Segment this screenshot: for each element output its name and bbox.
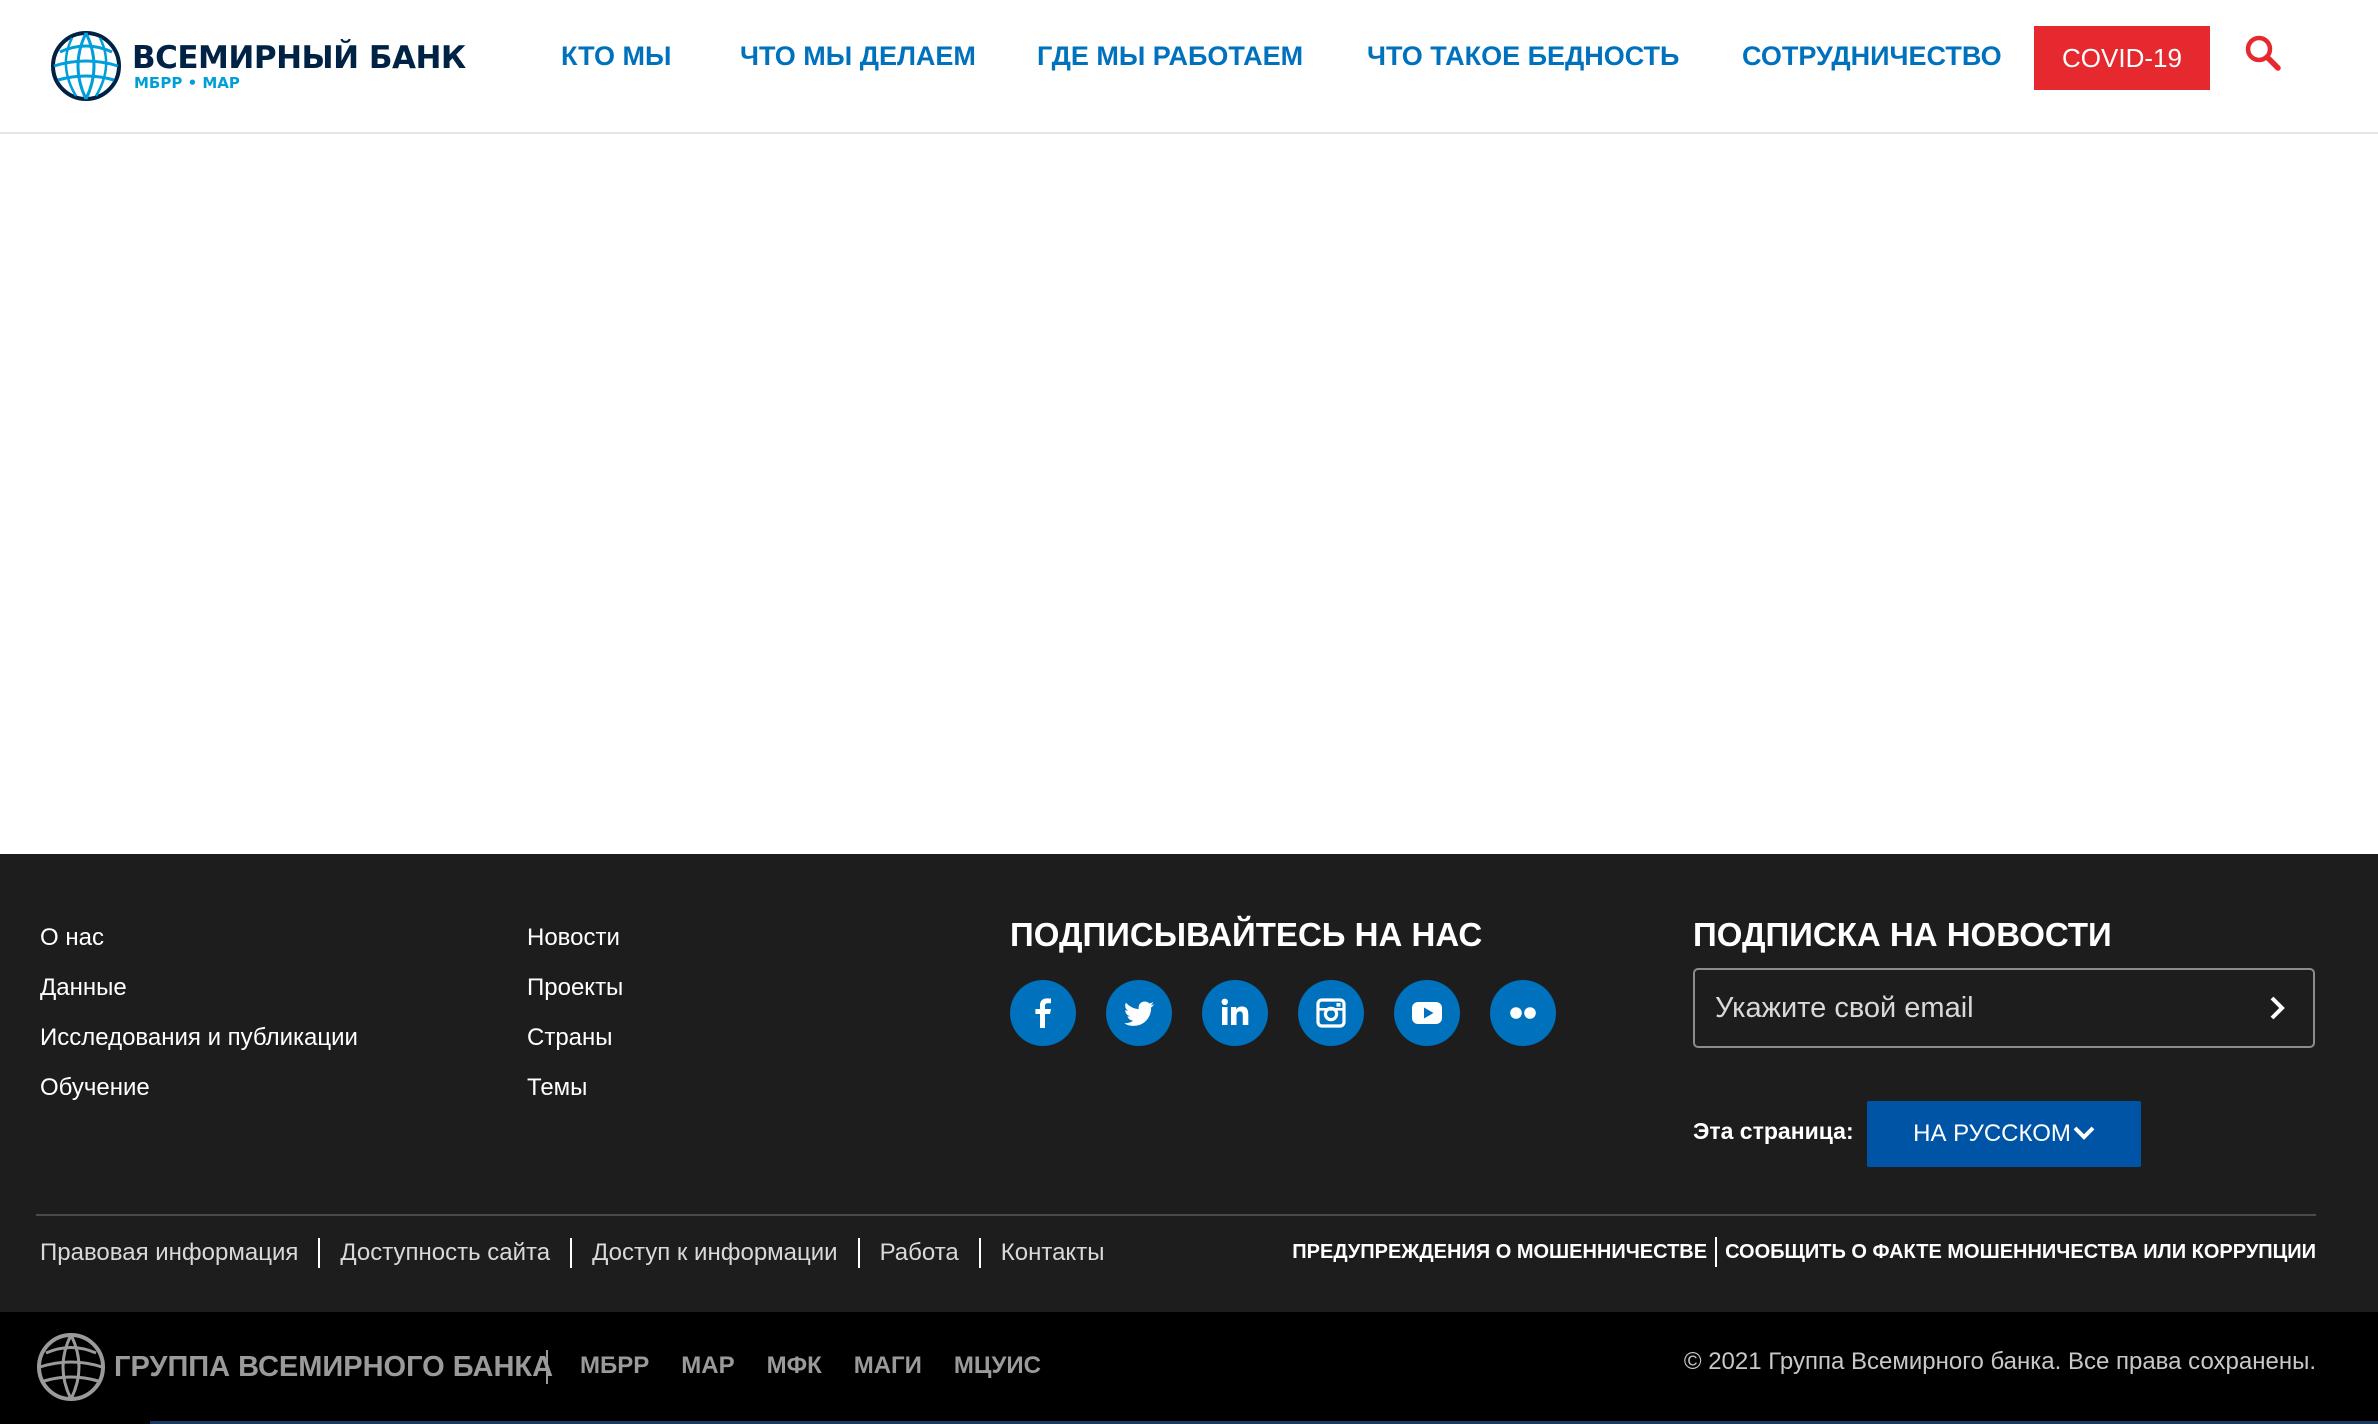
main-content <box>0 136 2378 854</box>
facebook-icon <box>1035 998 1051 1028</box>
fraud-links: ПРЕДУПРЕЖДЕНИЯ О МОШЕННИЧЕСТВЕ СООБЩИТЬ … <box>1292 1230 2316 1274</box>
nav-work-with-us[interactable]: СОТРУДНИЧЕСТВО <box>1742 34 2002 78</box>
language-label: Эта страница: <box>1693 1118 1854 1144</box>
world-bank-group-logo[interactable]: ГРУППА ВСЕМИРНОГО БАНКА <box>36 1332 553 1402</box>
search-icon[interactable] <box>2244 34 2282 72</box>
member-link-icsid[interactable]: МЦУИС <box>954 1352 1041 1380</box>
flickr-icon <box>1510 1007 1536 1019</box>
footer-links-col-2: Новости Проекты Страны Темы <box>527 916 623 1116</box>
flickr-link[interactable] <box>1490 980 1556 1046</box>
nav-where-we-work[interactable]: ГДЕ МЫ РАБОТАЕМ <box>1037 34 1303 78</box>
covid-button[interactable]: COVID-19 <box>2034 26 2210 90</box>
chevron-down-icon <box>2073 1126 2095 1140</box>
globe-icon <box>51 31 121 101</box>
legal-link-contacts[interactable]: Контакты <box>978 1238 1125 1268</box>
legal-link-legal[interactable]: Правовая информация <box>40 1238 318 1268</box>
logo-text: ВСЕМИРНЫЙ БАНК МБРР • МАР <box>132 41 466 91</box>
footer-link-news[interactable]: Новости <box>527 916 623 966</box>
logo-subtitle: МБРР • МАР <box>134 74 240 92</box>
bottom-bar: ГРУППА ВСЕМИРНОГО БАНКА МБРР МАР МФК МАГ… <box>0 1312 2378 1424</box>
footer-link-projects[interactable]: Проекты <box>527 966 623 1016</box>
footer-link-countries[interactable]: Страны <box>527 1016 623 1066</box>
member-institutions: МБРР МАР МФК МАГИ МЦУИС <box>580 1352 1073 1380</box>
instagram-link[interactable] <box>1298 980 1364 1046</box>
language-selector[interactable]: НА РУССКОМ <box>1867 1101 2141 1167</box>
nav-understanding-poverty[interactable]: ЧТО ТАКОЕ БЕДНОСТЬ <box>1367 34 1679 78</box>
instagram-icon <box>1316 998 1346 1028</box>
facebook-link[interactable] <box>1010 980 1076 1046</box>
follow-us-heading: ПОДПИСЫВАЙТЕСЬ НА НАС <box>1010 916 1483 953</box>
footer-link-about[interactable]: О нас <box>40 916 358 966</box>
logo-name: ВСЕМИРНЫЙ БАНК <box>132 40 466 76</box>
twitter-link[interactable] <box>1106 980 1172 1046</box>
email-subscribe-form <box>1693 968 2315 1048</box>
legal-links: Правовая информация Доступность сайта До… <box>40 1228 1124 1278</box>
legal-link-accessibility[interactable]: Доступность сайта <box>318 1238 570 1268</box>
member-link-ifc[interactable]: МФК <box>767 1352 822 1380</box>
site-header: ВСЕМИРНЫЙ БАНК МБРР • МАР КТО МЫ ЧТО МЫ … <box>0 0 2378 134</box>
footer-divider <box>36 1214 2316 1216</box>
email-input[interactable] <box>1715 970 2235 1046</box>
newsletter-heading: ПОДПИСКА НА НОВОСТИ <box>1693 916 2112 953</box>
youtube-icon <box>1412 1002 1442 1024</box>
footer-links-col-1: О нас Данные Исследования и публикации О… <box>40 916 358 1116</box>
footer-link-research[interactable]: Исследования и публикации <box>40 1016 358 1066</box>
copyright-text: © 2021 Группа Всемирного банка. Все прав… <box>1683 1348 2316 1375</box>
report-fraud-link[interactable]: СООБЩИТЬ О ФАКТЕ МОШЕННИЧЕСТВА ИЛИ КОРРУ… <box>1717 1237 2316 1267</box>
fraud-alerts-link[interactable]: ПРЕДУПРЕЖДЕНИЯ О МОШЕННИЧЕСТВЕ <box>1292 1237 1718 1267</box>
footer-link-data[interactable]: Данные <box>40 966 358 1016</box>
social-links <box>1010 980 1586 1046</box>
footer-link-learning[interactable]: Обучение <box>40 1066 358 1116</box>
globe-icon <box>37 1333 105 1401</box>
twitter-icon <box>1124 1001 1155 1026</box>
youtube-link[interactable] <box>1394 980 1460 1046</box>
linkedin-link[interactable] <box>1202 980 1268 1046</box>
member-link-ida[interactable]: МАР <box>681 1352 734 1380</box>
site-footer: О нас Данные Исследования и публикации О… <box>0 854 2378 1312</box>
bottom-bar-divider <box>546 1350 548 1384</box>
world-bank-group-name: ГРУППА ВСЕМИРНОГО БАНКА <box>114 1350 554 1383</box>
world-bank-logo[interactable]: ВСЕМИРНЫЙ БАНК МБРР • МАР <box>50 28 466 104</box>
language-selector-label: НА РУССКОМ <box>1913 1120 2071 1147</box>
footer-link-topics[interactable]: Темы <box>527 1066 623 1116</box>
linkedin-icon <box>1221 998 1249 1025</box>
legal-link-jobs[interactable]: Работа <box>857 1238 979 1268</box>
nav-who-we-are[interactable]: КТО МЫ <box>561 34 671 78</box>
legal-link-access-to-information[interactable]: Доступ к информации <box>570 1238 857 1268</box>
chevron-right-icon[interactable] <box>2257 988 2297 1028</box>
member-link-ibrd[interactable]: МБРР <box>580 1352 649 1380</box>
member-link-miga[interactable]: МАГИ <box>854 1352 922 1380</box>
nav-what-we-do[interactable]: ЧТО МЫ ДЕЛАЕМ <box>740 34 976 78</box>
